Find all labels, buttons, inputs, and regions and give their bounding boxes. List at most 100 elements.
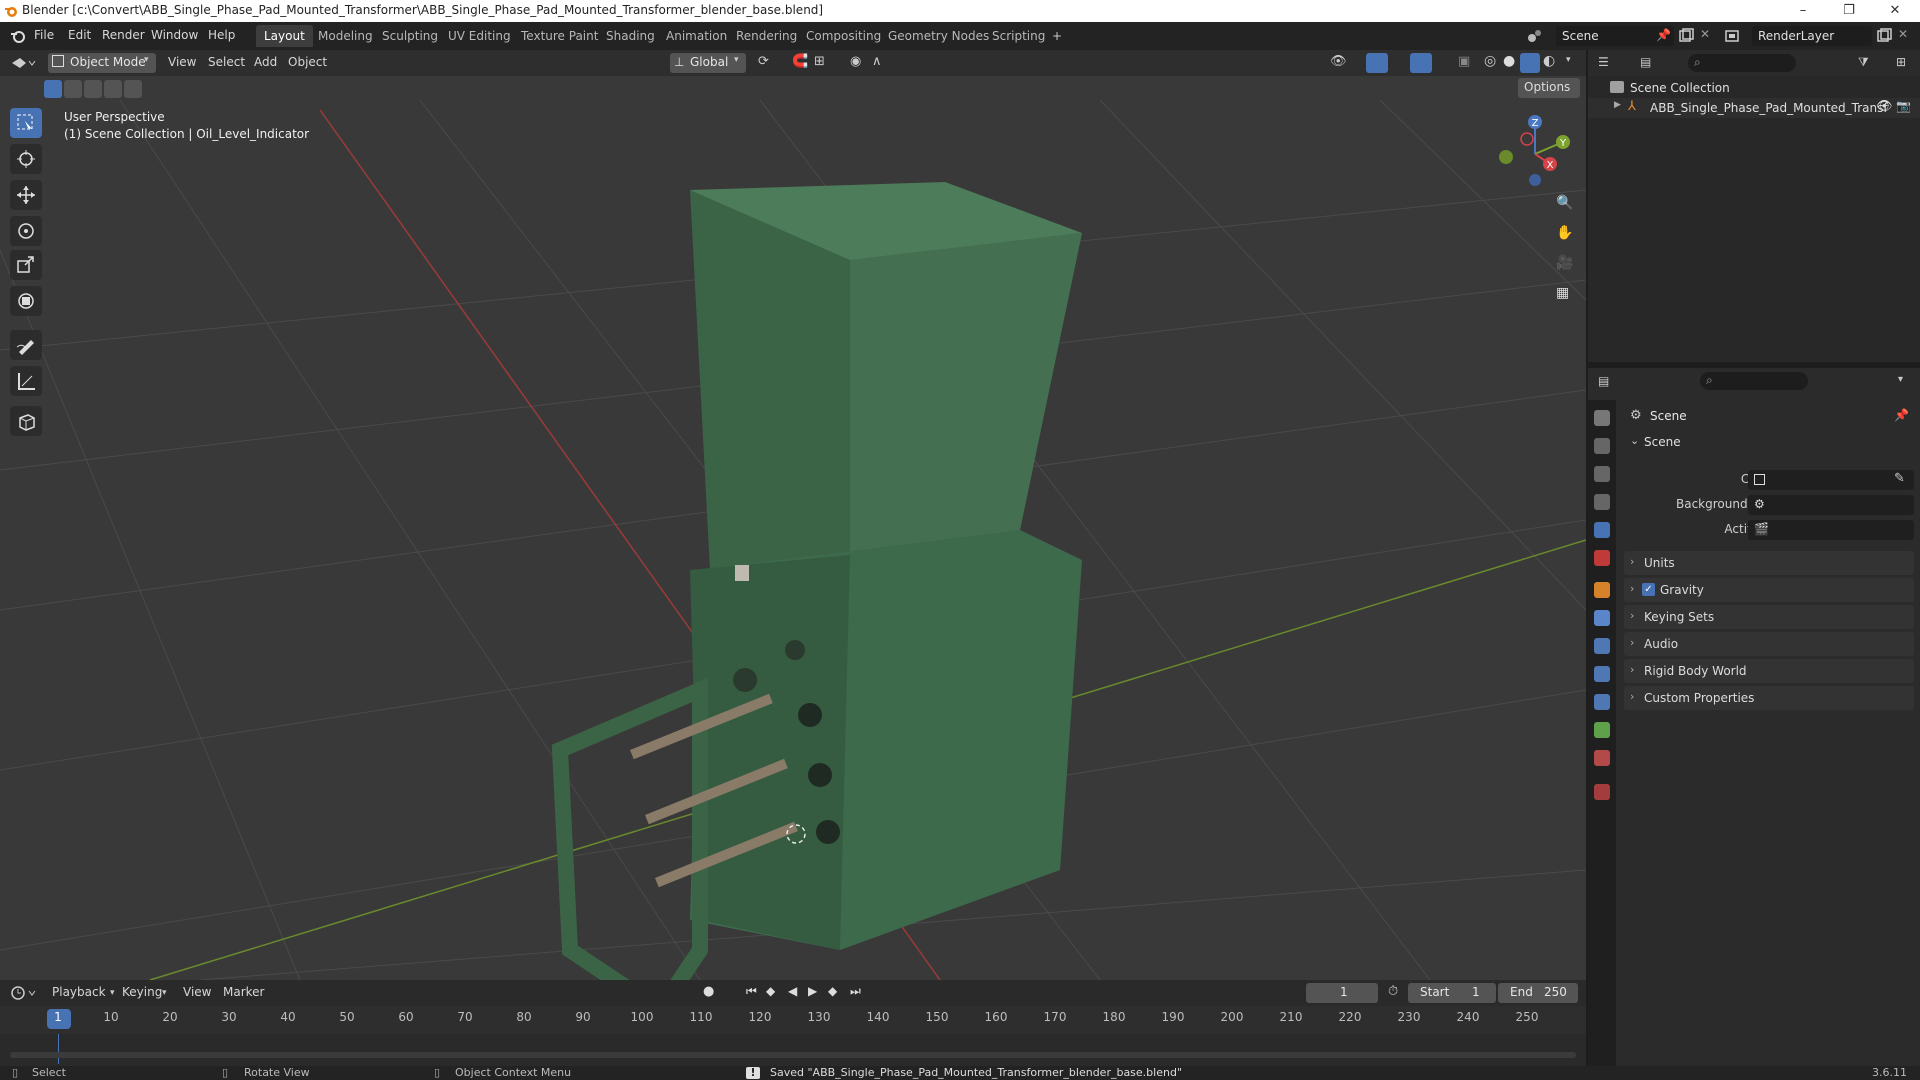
overlay-toggle-button[interactable]: [1410, 53, 1432, 73]
maximize-button[interactable]: ❐: [1826, 0, 1872, 22]
tab-layout[interactable]: Layout: [256, 25, 313, 47]
pan-button[interactable]: ✋: [1550, 222, 1576, 248]
viewport-menu-view[interactable]: View: [168, 55, 196, 69]
pivot-point-icon[interactable]: ⟳: [758, 54, 769, 69]
gizmo-toggle-button[interactable]: [1366, 53, 1388, 73]
data-tab[interactable]: [1594, 722, 1610, 738]
delete-scene-icon[interactable]: ✕: [1700, 27, 1710, 41]
texture-tab[interactable]: [1594, 784, 1610, 800]
mode-selector[interactable]: Object Mode ▾: [48, 53, 156, 73]
units-subpanel[interactable]: › Units: [1624, 551, 1914, 575]
transform-orientation-selector[interactable]: ⊥ Global ▾: [670, 53, 746, 73]
physics-tab[interactable]: [1594, 666, 1610, 682]
rendered-shading-icon[interactable]: ◐: [1543, 53, 1555, 69]
select-box-tool[interactable]: [10, 108, 42, 138]
preview-range-icon[interactable]: ⏱: [1388, 984, 1398, 999]
editor-type-icon[interactable]: [10, 55, 36, 71]
timeline-editor-icon[interactable]: [10, 985, 36, 1001]
viewport-menu-select[interactable]: Select: [208, 55, 245, 69]
options-button[interactable]: Options: [1518, 78, 1580, 98]
audio-subpanel[interactable]: › Audio: [1624, 632, 1914, 656]
tab-compositing[interactable]: Compositing: [798, 25, 889, 47]
minimize-button[interactable]: –: [1780, 0, 1826, 22]
world-tab[interactable]: [1594, 550, 1610, 566]
output-tab[interactable]: [1594, 466, 1610, 482]
add-cube-tool[interactable]: [10, 406, 42, 436]
move-tool[interactable]: [10, 180, 42, 210]
zoom-button[interactable]: 🔍: [1550, 192, 1576, 218]
camera-view-button[interactable]: 🎥: [1550, 252, 1576, 278]
next-keyframe-icon[interactable]: ◆: [828, 984, 837, 998]
outliner-row-scene-collection[interactable]: Scene Collection: [1588, 78, 1920, 98]
xray-icon[interactable]: ▣: [1458, 54, 1470, 69]
perspective-toggle-button[interactable]: ▦: [1550, 282, 1576, 308]
gravity-checkbox[interactable]: ✓: [1642, 583, 1655, 596]
rigid-body-world-subpanel[interactable]: › Rigid Body World: [1624, 659, 1914, 683]
timeline-menu-playback[interactable]: Playback: [52, 985, 106, 999]
new-view-layer-icon[interactable]: [1876, 28, 1892, 44]
new-scene-icon[interactable]: [1678, 28, 1694, 44]
record-icon[interactable]: ●: [703, 984, 714, 999]
tab-geometry-nodes[interactable]: Geometry Nodes: [880, 25, 997, 47]
play-reverse-icon[interactable]: ◀: [788, 984, 797, 998]
menu-window[interactable]: Window: [151, 28, 198, 42]
eye-icon[interactable]: 👁: [1876, 99, 1893, 114]
outliner-editor-icon[interactable]: ☰: [1598, 55, 1609, 69]
display-mode-icon[interactable]: ▤: [1640, 55, 1651, 69]
modifiers-tab[interactable]: [1594, 610, 1610, 626]
frame-ruler[interactable]: 1 10 20 30 40 50 60 70 80 90 100 110 120…: [0, 1006, 1586, 1034]
render-tab[interactable]: [1594, 438, 1610, 454]
viewport-menu-object[interactable]: Object: [288, 55, 327, 69]
scene-icon[interactable]: [1526, 28, 1542, 44]
proportional-editing-icon[interactable]: ◉: [850, 54, 861, 69]
outliner-search-input[interactable]: ⌕: [1688, 54, 1796, 72]
expand-arrow-icon[interactable]: ▶: [1614, 100, 1621, 110]
render-camera-icon[interactable]: 📷: [1896, 99, 1911, 113]
jump-end-icon[interactable]: ⏭: [850, 984, 861, 999]
background-scene-field[interactable]: ⚙: [1748, 495, 1914, 515]
new-collection-icon[interactable]: ⊞: [1896, 55, 1906, 69]
menu-help[interactable]: Help: [208, 28, 235, 42]
tab-rendering[interactable]: Rendering: [728, 25, 805, 47]
jump-start-icon[interactable]: ⏮: [746, 984, 757, 999]
visibility-icon[interactable]: 👁: [1330, 54, 1347, 69]
material-tab[interactable]: [1594, 750, 1610, 766]
add-workspace-button[interactable]: +: [1044, 25, 1070, 47]
annotate-tool[interactable]: [10, 330, 42, 360]
selection-mode-buttons[interactable]: [44, 80, 142, 100]
object-tab[interactable]: [1594, 582, 1610, 598]
close-button[interactable]: ✕: [1872, 0, 1918, 22]
blender-menu-icon[interactable]: [10, 28, 26, 44]
camera-field[interactable]: ✎: [1748, 470, 1914, 490]
falloff-icon[interactable]: ∧: [872, 54, 882, 69]
tab-animation[interactable]: Animation: [658, 25, 735, 47]
current-frame-field[interactable]: 1: [1306, 983, 1378, 1003]
tab-texture-paint[interactable]: Texture Paint: [513, 25, 606, 47]
navigation-gizmo[interactable]: Z Y X: [1490, 112, 1580, 192]
properties-search-input[interactable]: ⌕: [1700, 372, 1808, 390]
filter-icon[interactable]: ⧩: [1858, 55, 1869, 70]
prev-keyframe-icon[interactable]: ◆: [766, 984, 775, 998]
eyedropper-icon[interactable]: ✎: [1894, 471, 1905, 486]
material-preview-button[interactable]: [1520, 53, 1540, 73]
menu-render[interactable]: Render: [102, 28, 145, 42]
tab-scripting[interactable]: Scripting: [984, 25, 1053, 47]
outliner-row-object[interactable]: ▶ ⅄ ABB_Single_Phase_Pad_Mounted_Transf …: [1588, 98, 1920, 118]
active-clip-field[interactable]: 🎬: [1748, 520, 1914, 540]
timeline-scrollbar[interactable]: [10, 1052, 1576, 1058]
end-frame-field[interactable]: End 250: [1498, 983, 1578, 1003]
custom-properties-subpanel[interactable]: › Custom Properties: [1624, 686, 1914, 710]
tab-modeling[interactable]: Modeling: [310, 25, 381, 47]
chevron-down-icon[interactable]: ▾: [1566, 55, 1571, 65]
snap-icon[interactable]: 🧲: [792, 54, 808, 69]
particles-tab[interactable]: [1594, 638, 1610, 654]
snap-target-icon[interactable]: ⊞: [814, 54, 825, 69]
play-icon[interactable]: ▶: [808, 984, 817, 998]
view-layer-icon[interactable]: [1724, 28, 1744, 44]
wireframe-shading-icon[interactable]: ◎: [1484, 53, 1496, 69]
3d-viewport[interactable]: Object Mode ▾ View Select Add Object ⊥ G…: [0, 50, 1586, 980]
timeline-menu-marker[interactable]: Marker: [223, 985, 264, 999]
scale-tool[interactable]: [10, 250, 42, 280]
scene-panel-header[interactable]: ⌄ Scene: [1624, 430, 1914, 454]
scene-tab[interactable]: [1594, 522, 1610, 538]
